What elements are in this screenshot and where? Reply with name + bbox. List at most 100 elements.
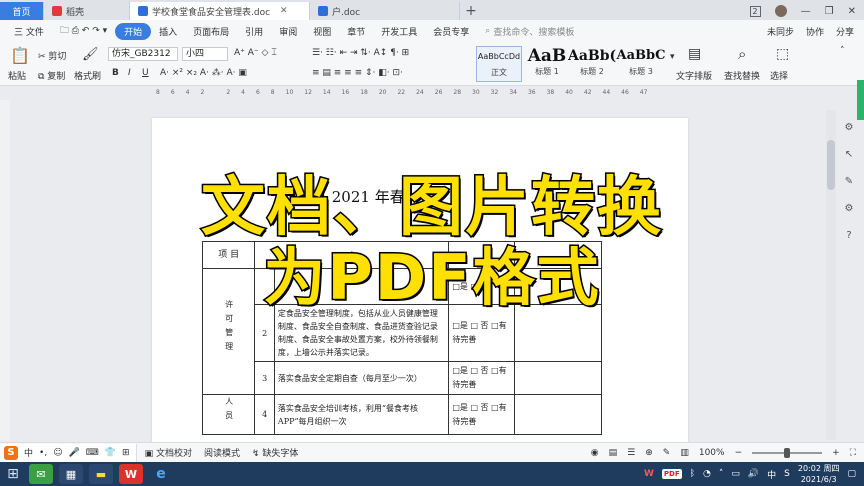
horizontal-ruler: 8 6 4 2 2 4 6 8 10 12 14 16 18 20 22 24 26 28 30 32 34 36 38 40… (150, 87, 680, 98)
align-icons[interactable]: ≡ ▤ ≡ ≡ ≡ ⇕· ◧· ⊡· (312, 68, 403, 78)
sync-status[interactable]: 未同步 (767, 25, 794, 38)
ime-mode[interactable]: 中 (24, 446, 33, 459)
tray-app-icon[interactable]: ◔ (703, 469, 711, 479)
copy-button[interactable]: ⧉ 复制 (38, 69, 65, 82)
text-layout-button[interactable]: 文字排版 (676, 69, 712, 82)
missing-font-button[interactable]: ↯ 缺失字体 (252, 446, 298, 459)
wechat-icon[interactable]: ✉ (29, 464, 53, 484)
explorer-icon[interactable]: ▬ (89, 464, 113, 484)
list-icons[interactable]: ☰· ☷· ⇤ ⇥ ⇅· A↕ ¶· ⊞ (312, 48, 409, 58)
page-view-icon[interactable]: ▤ (609, 448, 618, 458)
format-painter-button[interactable]: 格式刷 (74, 69, 101, 82)
bluetooth-icon[interactable]: ᛒ (690, 469, 695, 479)
menu-page-layout[interactable]: 页面布局 (185, 25, 237, 38)
network-icon[interactable]: ▭ (731, 469, 740, 479)
command-search[interactable]: ⌕ 查找命令、搜索模板 (485, 25, 574, 38)
start-button[interactable]: ⊞ (0, 462, 26, 486)
wps-icon[interactable]: W (119, 464, 143, 484)
table-row: 3 落实食品安全定期自查（每月至少一次） □是 □ 否 □有待完善 (203, 361, 603, 395)
menu-developer[interactable]: 开发工具 (373, 25, 425, 38)
ime-indicator[interactable]: 中 (767, 468, 776, 481)
tab-daoke[interactable]: 稻壳 (44, 2, 130, 20)
tab-document-active[interactable]: 学校食堂食品安全管理表.doc ✕ (130, 2, 310, 20)
emoji-icon[interactable]: ☺ (53, 448, 62, 458)
table-cell (513, 394, 603, 435)
tab-home[interactable]: 首页 (0, 2, 44, 20)
table-cell: 落实食品安全培训考核，利用“餐食考核APP”每月组织一次 (273, 394, 450, 435)
show-hidden-icon[interactable]: ˄ (719, 469, 724, 479)
ime-tray-icon[interactable]: S (784, 469, 790, 479)
eye-protect-icon[interactable]: ◉ (591, 448, 599, 458)
style-heading-2[interactable]: AaBb( 标题 2 (568, 46, 616, 82)
notification-icon[interactable]: ▢ (847, 469, 856, 479)
web-view-icon[interactable]: ⊕ (645, 448, 653, 458)
window-count-badge[interactable]: 2 (749, 5, 761, 17)
paste-icon[interactable]: 📋 (10, 46, 30, 65)
share-button[interactable]: 分享 (836, 25, 854, 38)
write-mode-icon[interactable]: ✎ (663, 448, 671, 458)
menu-view[interactable]: 视图 (305, 25, 339, 38)
new-tab-button[interactable]: + (460, 2, 482, 20)
fit-window-icon[interactable]: ⛶ (850, 448, 856, 458)
volume-icon[interactable]: 🔊 (748, 469, 759, 479)
underline-button[interactable]: U (142, 68, 149, 78)
ie-icon[interactable]: e (149, 464, 173, 484)
menu-member[interactable]: 会员专享 (425, 25, 477, 38)
zoom-slider-knob[interactable] (784, 447, 791, 458)
mic-icon[interactable]: 🎤 (69, 448, 80, 458)
bold-button[interactable]: B (112, 68, 119, 78)
clock[interactable]: 20:02 周四 2021/6/3 (798, 463, 840, 485)
menu-chapter[interactable]: 章节 (339, 25, 373, 38)
font-size-adjust-icons[interactable]: A⁺ A⁻ ◇ ⌶ (234, 48, 277, 58)
font-size-select[interactable]: 小四 (182, 47, 228, 61)
style-heading-3[interactable]: AaBbC 标题 3 (616, 46, 666, 82)
zoom-out-icon[interactable]: − (735, 448, 743, 458)
find-replace-button[interactable]: 查找替换 (724, 69, 760, 82)
menu-insert[interactable]: 插入 (151, 25, 185, 38)
restore-icon[interactable]: ❐ (825, 6, 834, 17)
skin-icon[interactable]: 👕 (105, 448, 116, 458)
reading-mode-button[interactable]: 阅读模式 (204, 446, 240, 459)
quick-access-icons[interactable]: 🗀 ⎙ ↶ ↷ ▾ (52, 23, 115, 39)
cut-button[interactable]: ✂ 剪切 (38, 49, 66, 62)
font-name-select[interactable]: 仿宋_GB2312 (108, 47, 178, 61)
zoom-slider[interactable] (752, 447, 823, 458)
ime-punct-icon[interactable]: •, (39, 448, 47, 458)
zoom-level[interactable]: 100% (699, 448, 725, 458)
keyboard-icon[interactable]: ⌨ (86, 448, 99, 458)
paste-button[interactable]: 粘贴 (8, 69, 26, 82)
text-effects-icons[interactable]: A· ×² ×₂ A· ⁂· A· ▣ (160, 68, 247, 78)
clock-time: 20:02 周四 (797, 464, 840, 473)
proofread-button[interactable]: ▣ 文档校对 (145, 446, 192, 459)
menu-reference[interactable]: 引用 (237, 25, 271, 38)
menu-start[interactable]: 开始 (115, 22, 152, 40)
zoom-in-icon[interactable]: + (832, 448, 840, 458)
wps-tray-icon[interactable]: W (644, 469, 654, 479)
style-panel-icon[interactable]: ⚙ (845, 122, 854, 133)
proofread-label: 文档校对 (155, 449, 192, 459)
close-tab-icon[interactable]: ✕ (280, 6, 288, 16)
outline-view-icon[interactable]: ☰ (627, 448, 635, 458)
app-icon[interactable]: ▦ (59, 464, 83, 484)
sogou-icon[interactable]: S (4, 445, 18, 460)
grid-icon[interactable]: ⊞ (122, 448, 130, 458)
collaborate-button[interactable]: 协作 (806, 25, 824, 38)
italic-button[interactable]: I (128, 68, 131, 78)
pdf-tray-icon[interactable]: PDF (661, 469, 682, 479)
pointer-icon[interactable]: ↖ (845, 149, 853, 160)
ime-toolbar[interactable]: S 中 •, ☺ 🎤 ⌨ 👕 ⊞ (0, 443, 137, 462)
minimize-icon[interactable]: — (801, 6, 811, 17)
close-window-icon[interactable]: ✕ (848, 6, 856, 17)
menu-review[interactable]: 审阅 (271, 25, 305, 38)
avatar[interactable] (774, 5, 787, 17)
reading-view-icon[interactable]: ▥ (680, 448, 689, 458)
ruler-tick: 30 (472, 89, 480, 96)
collapse-ribbon-icon[interactable]: ˄ (840, 46, 845, 56)
table-cell: 4 (254, 394, 275, 435)
select-button[interactable]: 选择 (770, 69, 788, 82)
menu-file[interactable]: 三 文件 (6, 25, 52, 38)
styles-more-icon[interactable]: ▾ (670, 52, 675, 62)
style-normal[interactable]: AaBbCcDd 正文 (476, 46, 522, 82)
style-heading-1[interactable]: AaB 标题 1 (524, 46, 570, 82)
tab-document-2[interactable]: 户.doc (310, 2, 460, 20)
